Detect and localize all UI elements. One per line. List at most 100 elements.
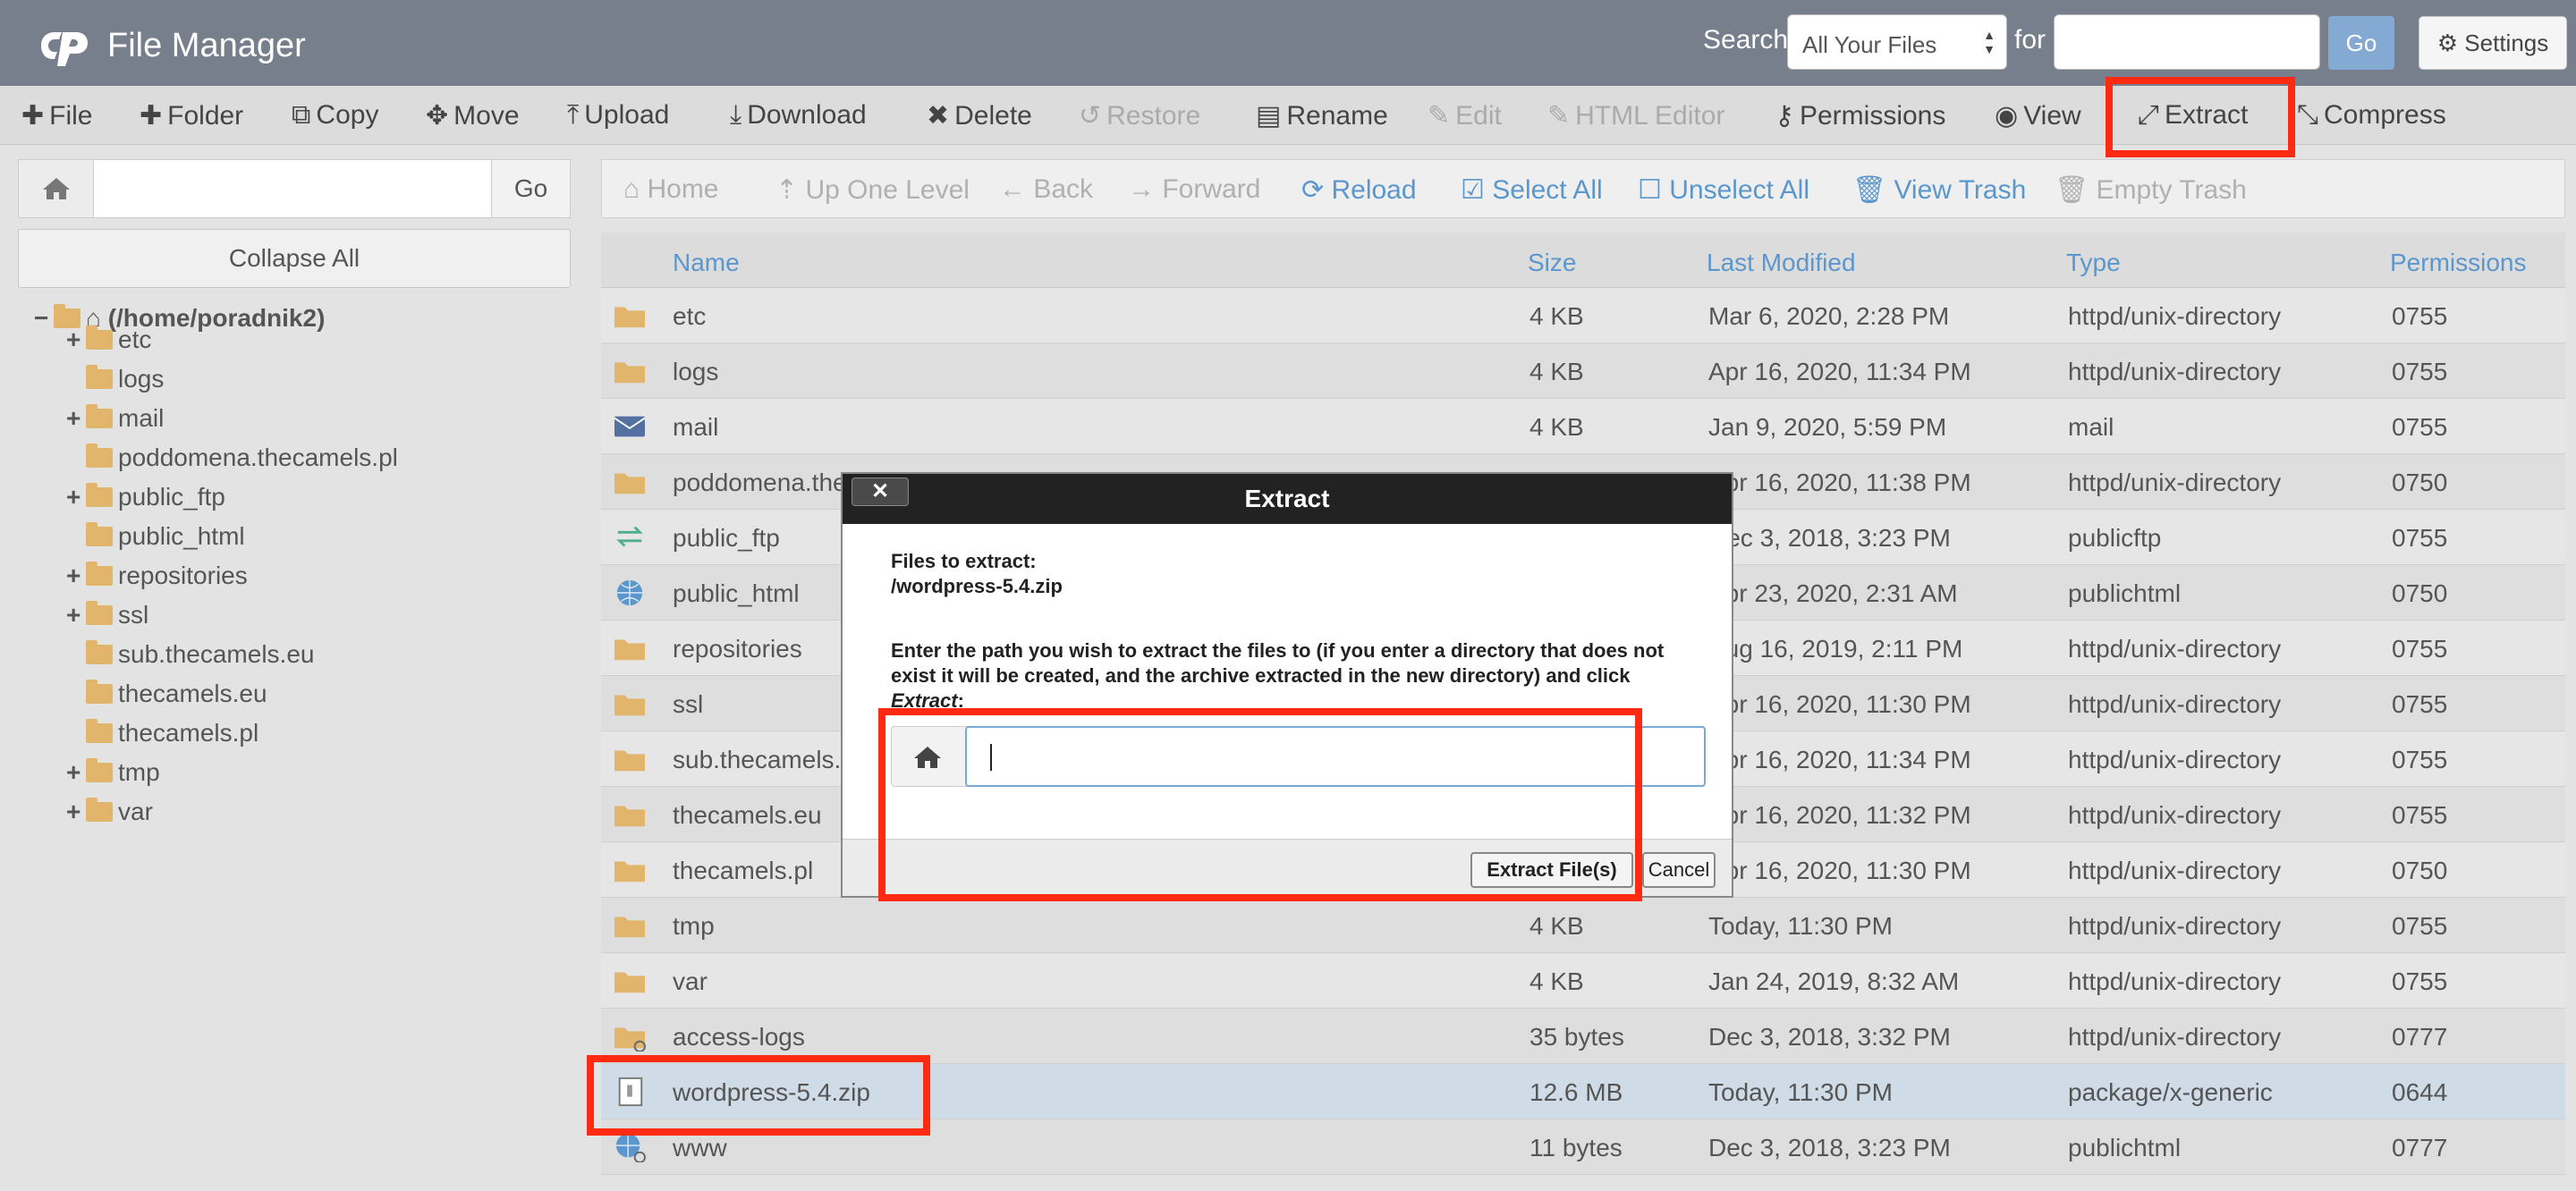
expand-icon[interactable]: +: [66, 798, 86, 826]
zip-file-highlight: [587, 1055, 930, 1136]
permissions-button[interactable]: ⚷ Permissions: [1775, 100, 1945, 131]
file-size: 4 KB: [1530, 967, 1584, 995]
table-row[interactable]: logs 4 KB Apr 16, 2020, 11:34 PM httpd/unix…: [601, 343, 2565, 399]
tree-item[interactable]: + etc: [66, 325, 151, 354]
restore-button[interactable]: ↺ Restore: [1079, 100, 1200, 131]
tree-item[interactable]: thecamels.pl: [66, 719, 258, 748]
trash-icon: 🗑: [1852, 175, 1887, 205]
column-last-modified[interactable]: Last Modified: [1707, 249, 1856, 277]
file-name: mail: [673, 413, 719, 441]
column-type[interactable]: Type: [2066, 249, 2121, 277]
nav-up-button[interactable]: ⇡ Up One Level: [775, 174, 970, 206]
file-name: public_html: [673, 579, 800, 607]
nav-empty-trash-button[interactable]: 🗑 Empty Trash: [2055, 174, 2247, 206]
nav-unselect-all-button[interactable]: ☐ Unselect All: [1638, 174, 1809, 206]
file-type: publichtml: [2068, 1134, 2182, 1161]
cpanel-logo-icon[interactable]: [36, 25, 93, 66]
new-file-button[interactable]: ✚ File: [21, 100, 92, 131]
file-permissions: 0755: [2392, 690, 2448, 718]
tree-item[interactable]: public_html: [66, 522, 245, 551]
tree-item[interactable]: poddomena.thecamels.pl: [66, 443, 398, 472]
search-scope-select[interactable]: All Your Files ▲ ▼: [1787, 14, 2007, 70]
delete-button[interactable]: ✖ Delete: [927, 100, 1032, 131]
collapse-icon[interactable]: −: [34, 304, 54, 333]
folder-link-icon: [614, 1027, 646, 1052]
file-size: 35 bytes: [1530, 1023, 1624, 1051]
column-name[interactable]: Name: [673, 249, 740, 277]
app-title: File Manager: [107, 27, 306, 64]
table-row[interactable]: tmp 4 KB Today, 11:30 PM httpd/unix-directo…: [601, 898, 2565, 953]
search-input[interactable]: [2054, 14, 2320, 70]
column-permissions[interactable]: Permissions: [2390, 249, 2526, 277]
tree-item[interactable]: thecamels.eu: [66, 680, 267, 708]
upload-button[interactable]: ⤒ Upload: [567, 100, 669, 131]
table-row[interactable]: mail 4 KB Jan 9, 2020, 5:59 PM mail 0755: [601, 399, 2565, 454]
expand-icon[interactable]: +: [66, 758, 86, 787]
expand-icon[interactable]: +: [66, 325, 86, 354]
file-type: publichtml: [2068, 579, 2182, 607]
rename-button[interactable]: ▤ Rename: [1256, 100, 1388, 131]
undo-icon: ↺: [1079, 101, 1102, 131]
compress-icon: ⤡: [2297, 100, 2318, 130]
tree-home-button[interactable]: [19, 160, 94, 217]
globe-link-icon: [615, 1133, 646, 1162]
nav-select-all-button[interactable]: ☑ Select All: [1461, 174, 1603, 206]
table-row[interactable]: etc 4 KB Mar 6, 2020, 2:28 PM httpd/unix-di…: [601, 288, 2565, 343]
expand-icon[interactable]: +: [66, 483, 86, 511]
file-modified: Dec 3, 2018, 3:32 PM: [1708, 1023, 1951, 1051]
file-modified: Apr 16, 2020, 11:30 PM: [1708, 857, 1971, 884]
eye-icon: ◉: [1995, 101, 2019, 131]
trash-icon: 🗑: [2055, 175, 2089, 205]
nav-home-button[interactable]: ⌂ Home: [623, 174, 719, 205]
html-editor-button[interactable]: ✎ HTML Editor: [1547, 100, 1724, 131]
file-permissions: 0777: [2392, 1023, 2448, 1051]
nav-forward-button[interactable]: → Forward: [1128, 174, 1260, 205]
cancel-button[interactable]: Cancel: [1642, 852, 1716, 888]
extract-instructions: Enter the path you wish to extract the f…: [891, 639, 1665, 712]
download-button[interactable]: ⤓ Download: [730, 100, 867, 131]
folder-icon: [614, 473, 645, 494]
file-modified: Mar 6, 2020, 2:28 PM: [1708, 302, 1950, 330]
tree-item[interactable]: sub.thecamels.eu: [66, 640, 314, 669]
file-size: 4 KB: [1530, 358, 1584, 385]
tree-item[interactable]: + mail: [66, 404, 164, 433]
view-button[interactable]: ◉ View: [1995, 100, 2081, 131]
search-go-button[interactable]: Go: [2328, 16, 2394, 70]
nav-back-button[interactable]: ← Back: [999, 174, 1093, 205]
nav-reload-button[interactable]: ⟳ Reload: [1301, 174, 1417, 206]
tree-go-button[interactable]: Go: [491, 160, 570, 217]
column-size[interactable]: Size: [1528, 249, 1576, 277]
collapse-all-button[interactable]: Collapse All: [18, 229, 571, 288]
expand-icon[interactable]: +: [66, 562, 86, 590]
expand-icon[interactable]: +: [66, 601, 86, 629]
tree-item[interactable]: + repositories: [66, 562, 248, 590]
expand-icon[interactable]: +: [66, 404, 86, 433]
search-scope-value: All Your Files: [1802, 31, 1937, 58]
edit-button[interactable]: ✎ Edit: [1428, 100, 1502, 131]
tree-item[interactable]: + ssl: [66, 601, 148, 629]
file-name: repositories: [673, 635, 802, 663]
tree-item[interactable]: logs: [66, 365, 164, 393]
tree-item[interactable]: + public_ftp: [66, 483, 225, 511]
file-type: package/x-generic: [2068, 1078, 2273, 1106]
file-type: httpd/unix-directory: [2068, 469, 2282, 496]
copy-button[interactable]: ⧉ Copy: [292, 100, 378, 131]
checkbox-checked-icon: ☑: [1461, 175, 1485, 205]
table-row[interactable]: var 4 KB Jan 24, 2019, 8:32 AM httpd/unix-d…: [601, 953, 2565, 1009]
tree-item[interactable]: + tmp: [66, 758, 160, 787]
move-button[interactable]: ✥ Move: [426, 100, 520, 131]
file-type: httpd/unix-directory: [2068, 912, 2282, 940]
settings-button[interactable]: ⚙ Settings: [2419, 16, 2567, 70]
file-modified: Jan 9, 2020, 5:59 PM: [1708, 413, 1947, 441]
move-icon: ✥: [426, 101, 449, 131]
new-folder-button[interactable]: ✚ Folder: [140, 100, 243, 131]
level-up-icon: ⇡: [775, 175, 799, 205]
checkbox-empty-icon: ☐: [1638, 175, 1662, 205]
folder-icon: [86, 443, 113, 468]
compress-button[interactable]: ⤡ Compress: [2297, 100, 2446, 131]
nav-view-trash-button[interactable]: 🗑 View Trash: [1852, 174, 2026, 206]
file-type: publicftp: [2068, 524, 2162, 552]
tree-item[interactable]: + var: [66, 798, 153, 826]
top-header: File Manager Search All Your Files ▲ ▼ fo…: [0, 0, 2576, 86]
file-modified: Apr 16, 2020, 11:38 PM: [1708, 469, 1971, 496]
